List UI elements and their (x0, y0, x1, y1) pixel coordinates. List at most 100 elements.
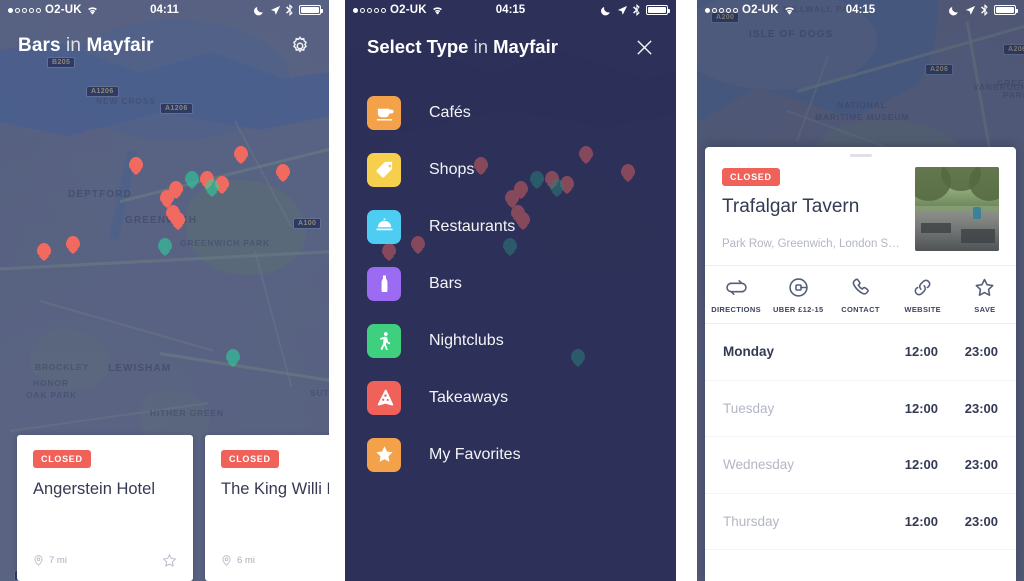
hours-row: Wednesday 12:00 23:00 (705, 437, 1016, 494)
panel-map-list: Deptford Greenwich Greenwich Park Brockley L… (0, 0, 329, 581)
place-detail-sheet[interactable]: CLOSED Trafalgar Tavern Park Row, Greenw… (705, 147, 1016, 581)
map-pin-red[interactable] (160, 190, 174, 204)
distance-label: 7 mi (33, 555, 67, 566)
battery-icon (646, 5, 670, 15)
map-pin-red[interactable] (37, 243, 51, 257)
type-item-restaurants[interactable]: Restaurants (367, 198, 654, 255)
hours-day: Wednesday (723, 457, 795, 473)
opening-hours-list: Monday 12:00 23:00 Tuesday 12:00 23:00 Wednesd… (705, 323, 1016, 550)
type-item-nightclubs[interactable]: Nightclubs (367, 312, 654, 369)
close-x-icon[interactable] (635, 38, 654, 57)
distance-label: 6 mi (221, 555, 255, 566)
header-category: Bars (18, 35, 61, 56)
star-icon (367, 437, 401, 472)
map-pin-green[interactable] (185, 171, 199, 185)
place-photo[interactable] (915, 167, 999, 251)
panel-type-selector: O2-UK 04:15 Select Type in Mayfair Cafés… (345, 0, 676, 581)
location-arrow-icon (617, 5, 628, 15)
status-bar-3: O2-UK 04:15 (697, 0, 1024, 20)
selector-action: Select Type (367, 36, 469, 57)
header-connector: in (66, 35, 82, 56)
action-contact[interactable]: CONTACT (829, 266, 891, 323)
status-badge: CLOSED (33, 450, 91, 468)
place-address: Park Row, Greenwich, London SE10... (722, 238, 905, 250)
type-item-label: Bars (429, 274, 462, 292)
place-card[interactable]: CLOSED The King Willi Hotel 6 mi (205, 435, 329, 581)
hours-open: 12:00 (904, 344, 938, 360)
type-item-shops[interactable]: Shops (367, 141, 654, 198)
action-bar[interactable]: DIRECTIONS UBER £12-15 CONTACT WEBSITE SAVE (705, 265, 1016, 323)
gear-icon[interactable] (289, 35, 311, 57)
action-directions[interactable]: DIRECTIONS (705, 266, 767, 323)
selector-connector: in (473, 36, 488, 57)
bluetooth-icon (633, 4, 640, 16)
hours-times: 12:00 23:00 (900, 344, 998, 359)
map-pin-red[interactable] (234, 146, 248, 160)
type-item-label: My Favorites (429, 445, 521, 463)
status-badge: CLOSED (221, 450, 279, 468)
place-card[interactable]: CLOSED Angerstein Hotel 7 mi (17, 435, 193, 581)
pizza-slice-icon (367, 380, 401, 415)
location-arrow-icon (270, 5, 281, 15)
hours-times: 12:00 23:00 (900, 457, 998, 472)
bluetooth-icon (286, 4, 293, 16)
hours-close: 23:00 (964, 513, 998, 529)
map-pin-red[interactable] (129, 157, 143, 171)
action-save[interactable]: SAVE (954, 266, 1016, 323)
screenshot-stage: Deptford Greenwich Greenwich Park Brockley L… (0, 0, 1024, 581)
action-label: CONTACT (841, 305, 880, 314)
status-bar: O2-UK 04:11 (0, 0, 329, 20)
type-item-caf-s[interactable]: Cafés (367, 84, 654, 141)
status-right (254, 4, 323, 16)
photo-person (973, 207, 981, 219)
card-footer: 7 mi (33, 553, 177, 581)
type-item-label: Cafés (429, 103, 471, 121)
hours-times: 12:00 23:00 (900, 401, 998, 416)
hours-open: 12:00 (904, 400, 938, 416)
detail-info: CLOSED Trafalgar Tavern Park Row, Greenw… (722, 167, 915, 251)
bottle-icon (367, 266, 401, 301)
star-outline-icon (975, 278, 994, 296)
hours-row: Tuesday 12:00 23:00 (705, 381, 1016, 437)
map-pin-green[interactable] (205, 179, 219, 193)
distance-value: 7 mi (49, 555, 67, 566)
map-pin-red[interactable] (66, 236, 80, 250)
map-pin-red[interactable] (171, 212, 185, 226)
panel-place-detail: Millwall ParkIsle of DogsNationalMaritim… (697, 0, 1024, 581)
action-label: WEBSITE (904, 305, 942, 314)
hours-day: Thursday (723, 513, 780, 529)
place-card-carousel[interactable]: CLOSED Angerstein Hotel 7 mi CLOSED The King… (17, 435, 329, 581)
photo-bench-2 (961, 229, 995, 243)
location-arrow-icon (965, 5, 976, 15)
type-item-label: Nightclubs (429, 331, 504, 349)
place-name: Trafalgar Tavern (722, 196, 860, 217)
hours-row: Thursday 12:00 23:00 (705, 494, 1016, 550)
type-item-bars[interactable]: Bars (367, 255, 654, 312)
map-pin-green[interactable] (158, 238, 172, 252)
uber-icon (789, 278, 808, 297)
bluetooth-icon (981, 4, 988, 16)
phone-icon (852, 278, 869, 295)
panel2-header: Select Type in Mayfair (345, 20, 676, 74)
moon-icon (254, 6, 263, 15)
type-item-my-favorites[interactable]: My Favorites (367, 426, 654, 483)
type-list[interactable]: Cafés Shops Restaurants Bars Nightclubs Takea… (345, 84, 676, 483)
status-right-3 (949, 4, 1018, 16)
hours-close: 23:00 (964, 344, 998, 360)
status-bar-2: O2-UK 04:15 (345, 0, 676, 20)
header-place: Mayfair (86, 35, 154, 56)
link-icon (914, 279, 931, 296)
action-website[interactable]: WEBSITE (892, 266, 954, 323)
map-pin-red[interactable] (276, 164, 290, 178)
page-title: Bars in Mayfair (18, 35, 154, 57)
action-label: UBER £12-15 (773, 305, 824, 314)
action-uber-12-15[interactable]: UBER £12-15 (767, 266, 829, 323)
status-badge: CLOSED (722, 168, 780, 186)
type-item-takeaways[interactable]: Takeaways (367, 369, 654, 426)
map-pin-green[interactable] (226, 349, 240, 363)
action-label: SAVE (974, 305, 996, 314)
status-right-2 (601, 4, 670, 16)
star-outline-icon[interactable] (162, 553, 177, 568)
photo-bench-1 (921, 223, 951, 233)
tag-icon (367, 152, 401, 187)
